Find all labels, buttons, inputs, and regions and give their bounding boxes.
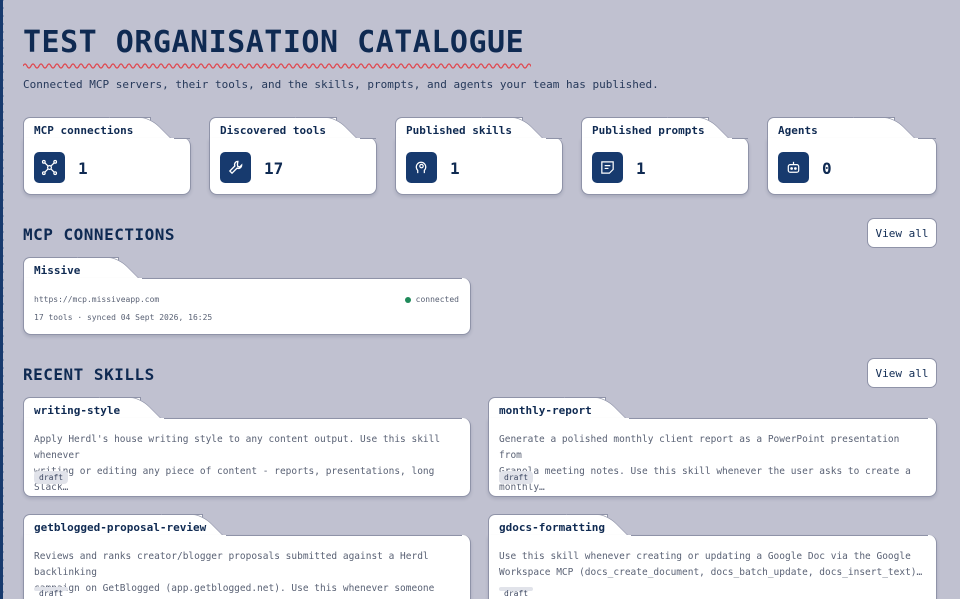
wrench-icon — [220, 152, 251, 183]
skill-name: monthly-report — [499, 404, 592, 417]
connection-status: connected — [404, 295, 459, 304]
card-top-border — [629, 418, 928, 419]
section-title-recent-skills: RECENT SKILLS — [23, 365, 155, 384]
connection-card-missive[interactable]: Missive https://mcp.missiveapp.com conne… — [23, 257, 471, 335]
status-badge: draft — [34, 587, 69, 598]
skill-description: Use this skill whenever creating or upda… — [499, 549, 925, 581]
stat-card-agents[interactable]: Agents 0 — [767, 117, 937, 195]
skill-description: Reviews and ranks creator/blogger propos… — [34, 549, 459, 599]
section-title-mcp-connections: MCP CONNECTIONS — [23, 225, 175, 244]
view-all-skills-button[interactable]: View all — [867, 358, 937, 388]
stat-label: Published prompts — [592, 124, 705, 137]
connection-name: Missive — [34, 264, 81, 277]
card-top-border — [546, 138, 554, 139]
skill-card-monthly-report[interactable]: monthly-report Generate a polished month… — [488, 397, 937, 497]
skill-card-writing-style[interactable]: writing-style Apply Herdl's house writin… — [23, 397, 471, 497]
skill-name: writing-style — [34, 404, 121, 417]
stat-value: 0 — [822, 159, 832, 178]
connection-url: https://mcp.missiveapp.com — [34, 295, 160, 304]
card-top-border — [732, 138, 740, 139]
status-badge: draft — [499, 471, 534, 484]
note-icon — [592, 152, 623, 183]
left-edge-rail — [0, 0, 6, 599]
view-all-connections-button[interactable]: View all — [867, 218, 937, 248]
stat-label: Discovered tools — [220, 124, 326, 137]
stat-label: Published skills — [406, 124, 512, 137]
network-icon — [34, 152, 65, 183]
stat-card-mcp-connections[interactable]: MCP connections 1 — [23, 117, 191, 195]
skill-description-line: writing or editing any piece of content … — [34, 466, 435, 493]
stat-value: 1 — [78, 159, 88, 178]
skill-name: gdocs-formatting — [499, 521, 605, 534]
page-subtitle: Connected MCP servers, their tools, and … — [23, 78, 659, 91]
robot-icon — [778, 152, 809, 183]
skill-head-icon — [406, 152, 437, 183]
stat-value: 1 — [636, 159, 646, 178]
stat-card-discovered-tools[interactable]: Discovered tools 17 — [209, 117, 377, 195]
stat-label: MCP connections — [34, 124, 134, 137]
status-dot-icon — [404, 296, 411, 303]
card-top-border — [918, 138, 928, 139]
connection-meta: 17 tools · synced 04 Sept 2026, 16:25 — [34, 313, 213, 322]
connection-status-text: connected — [415, 295, 459, 304]
title-squiggle-underline — [23, 63, 531, 69]
status-badge: draft — [499, 587, 534, 598]
card-top-border — [142, 278, 462, 279]
status-badge: draft — [34, 471, 69, 484]
skill-card-gdocs-formatting[interactable]: gdocs-formatting Use this skill whenever… — [488, 514, 937, 599]
skill-description-line: Granola meeting notes. Use this skill wh… — [499, 466, 911, 493]
card-top-border — [360, 138, 368, 139]
skill-name: getblogged-proposal-review — [34, 521, 207, 534]
skill-description: Generate a polished monthly client repor… — [499, 432, 925, 496]
card-top-border — [226, 535, 462, 536]
page-title: TEST ORGANISATION CATALOGUE — [23, 25, 525, 60]
card-top-border — [164, 418, 462, 419]
skill-description-line: Generate a polished monthly client repor… — [499, 434, 900, 461]
card-top-border — [174, 138, 182, 139]
stat-label: Agents — [778, 124, 818, 137]
skill-card-getblogged-proposal-review[interactable]: getblogged-proposal-review Reviews and r… — [23, 514, 471, 599]
stat-card-published-prompts[interactable]: Published prompts 1 — [581, 117, 749, 195]
card-top-border — [631, 535, 928, 536]
skill-description-line: Use this skill whenever creating or upda… — [499, 551, 911, 562]
stat-card-published-skills[interactable]: Published skills 1 — [395, 117, 563, 195]
skill-description-line: Reviews and ranks creator/blogger propos… — [34, 551, 429, 578]
stat-value: 1 — [450, 159, 460, 178]
skill-description-line: Apply Herdl's house writing style to any… — [34, 434, 441, 461]
skill-description-line: Workspace MCP (docs_create_document, doc… — [499, 567, 923, 578]
stat-value: 17 — [264, 159, 284, 178]
skill-description-line: campaign on GetBlogged (app.getblogged.n… — [34, 583, 435, 594]
skill-description: Apply Herdl's house writing style to any… — [34, 432, 459, 496]
